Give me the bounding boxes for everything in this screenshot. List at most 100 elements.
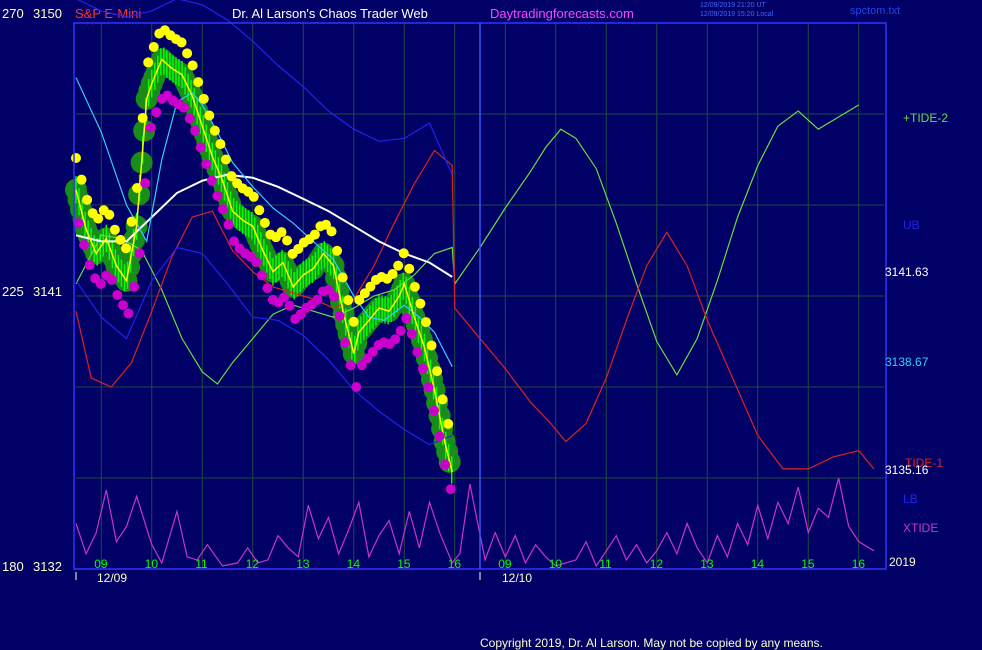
low-dot: [206, 175, 217, 186]
right-label-tide2: +TIDE-2: [903, 111, 948, 125]
high-dot: [182, 48, 193, 59]
y-top-price-label: 3150: [33, 6, 62, 21]
high-dot: [248, 191, 259, 202]
low-dot: [434, 431, 445, 442]
low-dot: [117, 300, 128, 311]
high-dot: [115, 234, 126, 245]
low-dot: [95, 278, 106, 289]
low-dot: [145, 122, 156, 133]
high-dot: [348, 316, 359, 327]
high-dot: [443, 418, 454, 429]
low-dot: [79, 239, 90, 250]
low-dot: [423, 382, 434, 393]
chart: 270 3150 S&P E-Mini Dr. Al Larson's Chao…: [2, 0, 948, 650]
x-tick-label: 13: [296, 557, 310, 571]
right-label-lb: LB: [903, 492, 918, 506]
x-tick-label: 10: [145, 557, 159, 571]
y-mid-index-label: 225: [2, 284, 24, 299]
x-tick-label: 11: [599, 557, 612, 571]
low-dot: [201, 159, 212, 170]
copyright: Copyright 2019, Dr. Al Larson. May not b…: [480, 636, 823, 650]
low-dot: [251, 257, 262, 268]
high-dot: [437, 394, 448, 405]
low-dot: [445, 484, 456, 495]
file-name: spctom.txt: [850, 5, 900, 17]
y-top-index-label: 270: [2, 6, 24, 21]
timestamp-utc: 12/09/2019 21:20 UT: [700, 2, 766, 9]
timestamp-local: 12/09/2019 15:20 Local: [700, 11, 774, 18]
high-dot: [137, 112, 148, 123]
high-dot: [204, 110, 215, 121]
high-dot: [426, 340, 437, 351]
low-dot: [334, 311, 345, 322]
x-tick-label: 12: [246, 557, 260, 571]
x-tick-label: 10: [549, 557, 563, 571]
high-dot: [193, 77, 204, 88]
x-tick-label: 14: [751, 557, 765, 571]
high-dot: [404, 263, 415, 274]
high-dot: [109, 224, 120, 235]
low-dot: [73, 218, 84, 229]
high-dot: [104, 209, 115, 220]
y-bottom-price-label: 3132: [33, 559, 62, 574]
low-dot: [351, 382, 362, 392]
low-dot: [84, 260, 95, 271]
x-tick-label: 11: [195, 557, 208, 571]
x-tick-label: 12: [650, 557, 664, 571]
low-dot: [340, 337, 351, 348]
high-dot: [259, 217, 270, 228]
x-tick-label: 16: [852, 557, 866, 571]
high-dot: [120, 243, 131, 254]
high-dot: [276, 227, 287, 238]
date-label-1: 12/09: [97, 571, 127, 585]
low-dot: [345, 360, 356, 371]
high-dot: [176, 37, 187, 48]
low-dot: [106, 274, 117, 285]
right-label-ub: UB: [903, 218, 920, 232]
site-title: Dr. Al Larson's Chaos Trader Web: [232, 6, 428, 21]
high-dot: [148, 41, 159, 52]
x-tick-label: 13: [700, 557, 714, 571]
year-label: 2019: [889, 555, 916, 569]
x-tick-label: 15: [801, 557, 815, 571]
high-dot: [187, 60, 198, 71]
low-dot: [390, 334, 401, 345]
instrument-label: S&P E-Mini: [75, 6, 141, 21]
high-dot: [409, 281, 420, 292]
right-label-price-value: 3135.16: [885, 463, 929, 477]
low-dot: [406, 328, 417, 339]
low-dot: [279, 292, 290, 303]
site-url[interactable]: Daytradingforecasts.com: [490, 6, 634, 21]
low-dot: [123, 308, 134, 319]
high-dot: [337, 272, 348, 283]
high-dot: [398, 248, 409, 259]
high-dot: [332, 245, 343, 256]
low-dot: [256, 270, 267, 281]
series-line--tide-2: [75, 104, 860, 385]
low-dot: [329, 291, 340, 302]
high-dot: [326, 226, 337, 237]
low-dot: [429, 405, 440, 416]
date-label-2: 12/10: [502, 571, 532, 585]
low-dot: [284, 300, 295, 311]
low-dot: [312, 294, 323, 305]
x-tick-label: 14: [347, 557, 361, 571]
high-dot: [432, 366, 443, 377]
high-dot: [82, 194, 93, 205]
series-line-tide-1: [75, 149, 875, 470]
right-label-xtide: XTIDE: [903, 521, 938, 535]
low-dot: [440, 459, 451, 470]
high-dot: [209, 125, 220, 136]
series-line-xtide: [75, 477, 875, 568]
y-mid-price-label: 3141: [33, 284, 62, 299]
x-tick-label: 09: [94, 557, 108, 571]
y-bottom-index-label: 180: [2, 559, 24, 574]
high-dot: [343, 295, 354, 306]
low-dot: [401, 313, 412, 324]
x-tick-label: 16: [448, 557, 462, 571]
low-dot: [395, 325, 406, 336]
low-dot: [262, 283, 273, 294]
low-dot: [212, 190, 223, 201]
high-dot: [415, 298, 426, 309]
low-dot: [217, 204, 228, 215]
